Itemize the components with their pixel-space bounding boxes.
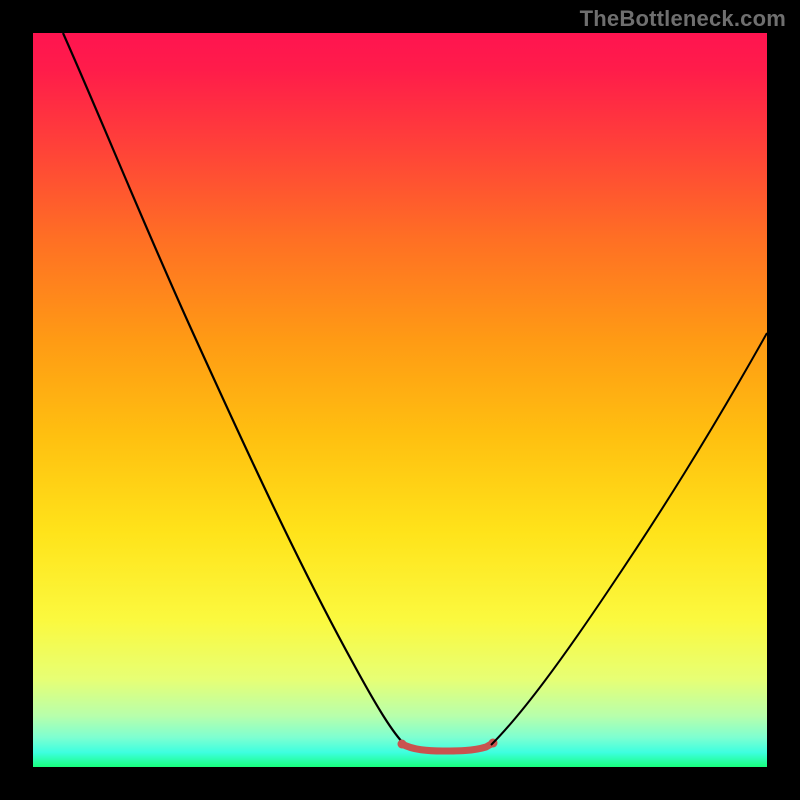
watermark-text: TheBottleneck.com <box>580 6 786 32</box>
curve-overlay <box>33 33 767 767</box>
curve-left <box>63 33 405 745</box>
curve-right <box>491 333 767 745</box>
flat-bottom-segment <box>402 743 493 751</box>
plot-area <box>33 33 767 767</box>
flat-bottom-start-dot <box>398 740 407 749</box>
